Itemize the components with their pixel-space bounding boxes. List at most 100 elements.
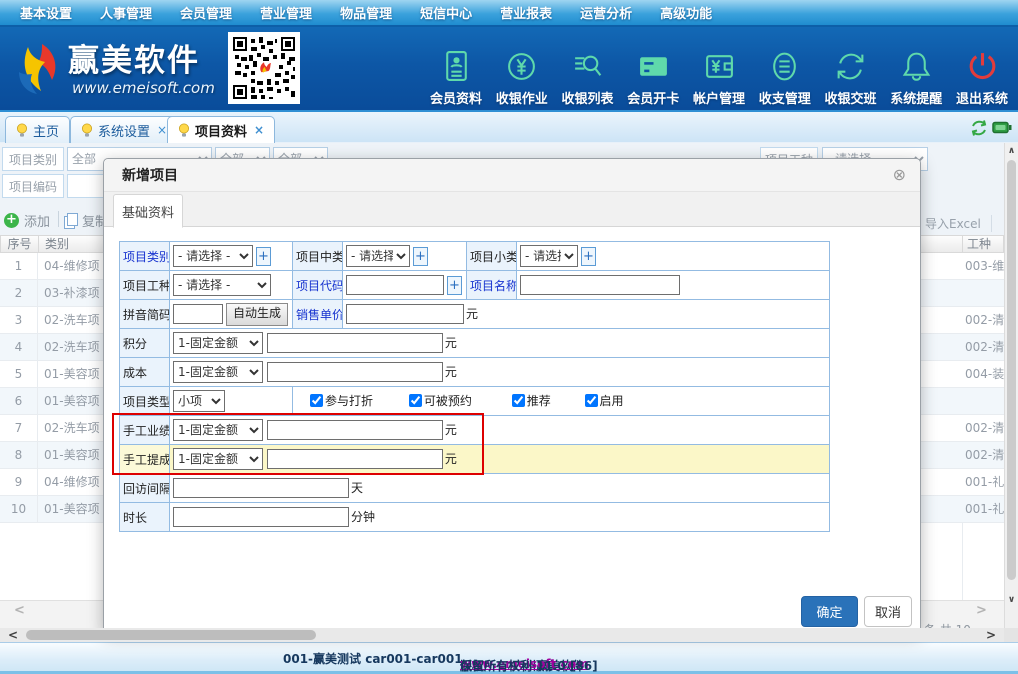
enabled-label: 启用: [599, 394, 624, 408]
discount-checkbox[interactable]: 参与打折: [310, 392, 373, 409]
tab-label: 主页: [33, 124, 60, 140]
add-project-dialog: 新增项目 ⊗ 基础资料 项目类别 - 请选择 - + 项目中类 - 请选择 - + …: [103, 158, 921, 633]
tab-home[interactable]: 主页: [5, 116, 71, 143]
member-card-icon: [445, 51, 467, 81]
toolbar-cashier[interactable]: 收银作业: [490, 32, 554, 107]
menu-item-hr[interactable]: 人事管理: [100, 3, 152, 22]
mid-class-select[interactable]: - 请选择 -: [346, 245, 410, 267]
form-row-pinyin: 拼音简码 自动生成 销售单价 元: [119, 299, 830, 329]
menu-item-basic-settings[interactable]: 基本设置: [20, 3, 72, 22]
project-form: 项目类别 - 请选择 - + 项目中类 - 请选择 - + 项目小类 - 请选择 -…: [119, 241, 830, 532]
tab-basic-info[interactable]: 基础资料: [113, 194, 183, 228]
qr-code: [228, 32, 300, 104]
status-bar: 001-赢美测试 car001-car001 版权所有 广州赢美软件 www.e…: [0, 642, 1018, 674]
cost-type-select[interactable]: 1-固定金额: [173, 361, 263, 383]
menu-item-reports[interactable]: 营业报表: [500, 3, 552, 22]
toolbar-shift-change[interactable]: 收银交班: [819, 32, 883, 107]
name-input[interactable]: [520, 275, 680, 295]
manual-commission-input[interactable]: [266, 449, 443, 469]
enabled-checkbox[interactable]: 启用: [584, 392, 624, 409]
bulb-icon: [82, 123, 92, 137]
duration-input[interactable]: [173, 507, 349, 527]
toolbar-label: 收银作业: [495, 92, 548, 107]
worktype-select[interactable]: - 请选择 -: [173, 274, 271, 296]
manual-commission-type-select[interactable]: 1-固定金额: [173, 448, 263, 470]
import-excel-button[interactable]: 导入Excel: [925, 215, 992, 232]
toolbar-cashier-list[interactable]: 收银列表: [556, 32, 620, 107]
toolbar-member-card[interactable]: 会员开卡: [621, 32, 685, 107]
pager-next-icon[interactable]: >: [976, 603, 987, 618]
toolbar-income-expense[interactable]: 收支管理: [753, 32, 817, 107]
toolbar-account[interactable]: 帐户管理: [687, 32, 751, 107]
horizontal-scroll-thumb[interactable]: [26, 630, 316, 640]
horizontal-scrollbar[interactable]: < >: [0, 628, 1004, 642]
toolbar-system-reminder[interactable]: 系统提醒: [884, 32, 948, 107]
cost-input[interactable]: [266, 362, 443, 382]
tab-close-icon[interactable]: ×: [254, 123, 264, 137]
menu-item-members[interactable]: 会员管理: [180, 3, 232, 22]
refresh-icon[interactable]: [970, 119, 988, 137]
code-input[interactable]: [346, 275, 444, 295]
cancel-button[interactable]: 取消: [864, 596, 912, 627]
pinyin-input[interactable]: [173, 304, 223, 324]
grid-header-worker[interactable]: 工种: [962, 235, 1004, 253]
copy-button[interactable]: 复制: [64, 211, 108, 230]
brand-name: 赢美软件: [68, 43, 200, 79]
toolbar-member-profile[interactable]: 会员资料: [424, 32, 488, 107]
price-input[interactable]: [346, 304, 464, 324]
add-mid-class-button[interactable]: +: [413, 246, 428, 266]
menu-item-business[interactable]: 营业管理: [260, 3, 312, 22]
form-row-category: 项目类别 - 请选择 - + 项目中类 - 请选择 - + 项目小类 - 请选择 -…: [119, 241, 830, 271]
category-select[interactable]: - 请选择 -: [173, 245, 253, 267]
manual-performance-type-select[interactable]: 1-固定金额: [173, 419, 263, 441]
points-unit: 元: [444, 335, 457, 350]
scroll-left-icon[interactable]: <: [8, 628, 18, 642]
brand-url: www.emeisoft.com: [72, 79, 215, 97]
project-type-select[interactable]: 小项: [173, 390, 225, 412]
grid-header-no[interactable]: 序号: [0, 235, 39, 253]
battery-icon[interactable]: [992, 119, 1012, 136]
points-input[interactable]: [266, 333, 443, 353]
menu-item-advanced[interactable]: 高级功能: [660, 3, 712, 22]
add-sub-class-button[interactable]: +: [581, 246, 596, 266]
auto-generate-button[interactable]: 自动生成: [226, 302, 289, 326]
add-category-button[interactable]: +: [256, 246, 271, 266]
app-window: { "icons": { "plus": "+", "close": "⊗", …: [0, 0, 1018, 674]
points-type-select[interactable]: 1-固定金额: [173, 332, 263, 354]
ok-button[interactable]: 确定: [801, 596, 858, 627]
yen-coin-icon: [508, 53, 536, 80]
add-button[interactable]: + 添加: [4, 211, 50, 230]
scrollbar-corner: [1004, 628, 1018, 642]
form-row-manual-commission: 手工提成 1-固定金额 元: [119, 444, 830, 474]
revisit-input[interactable]: [173, 478, 349, 498]
tab-close-icon[interactable]: ×: [157, 123, 167, 137]
vertical-scroll-thumb[interactable]: [1007, 160, 1016, 580]
tab-system-settings[interactable]: 系统设置 ×: [70, 116, 179, 143]
document-tab-strip: 主页 系统设置 × 项目资料 ×: [0, 112, 1018, 143]
bell-icon: [902, 52, 930, 81]
tab-project-data[interactable]: 项目资料 ×: [167, 116, 276, 143]
menu-item-analysis[interactable]: 运营分析: [580, 3, 632, 22]
form-row-duration: 时长 分钟: [119, 502, 830, 532]
copy-icon: [64, 212, 78, 229]
form-row-manual-performance: 手工业绩 1-固定金额 元: [119, 415, 830, 445]
generate-code-button[interactable]: +: [447, 275, 462, 295]
header-toolbar: 会员资料 收银作业 收银列表 会员开卡 帐户管理 收支管理 收银交班 系统提醒 …: [424, 32, 1014, 107]
toolbar-label: 系统提醒: [890, 92, 943, 107]
bookable-checkbox[interactable]: 可被预约: [408, 392, 472, 409]
scroll-right-icon[interactable]: >: [986, 628, 996, 642]
project-type-label: 项目类型: [119, 386, 170, 416]
menu-item-goods[interactable]: 物品管理: [340, 3, 392, 22]
toolbar-exit-system[interactable]: 退出系统: [950, 32, 1014, 107]
scroll-up-icon[interactable]: ∧: [1005, 146, 1018, 156]
vertical-scrollbar[interactable]: ∧ ∨: [1004, 143, 1018, 642]
pager-prev-icon[interactable]: <: [14, 603, 25, 618]
scroll-down-icon[interactable]: ∨: [1005, 595, 1018, 605]
dialog-close-icon[interactable]: ⊗: [893, 167, 906, 183]
menu-item-sms[interactable]: 短信中心: [420, 3, 472, 22]
toolbar-label: 收银列表: [561, 92, 614, 107]
manual-performance-input[interactable]: [266, 420, 443, 440]
sub-class-select[interactable]: - 请选择 -: [520, 245, 578, 267]
recommend-checkbox[interactable]: 推荐: [511, 392, 551, 409]
toolbar-label: 会员开卡: [627, 92, 680, 107]
